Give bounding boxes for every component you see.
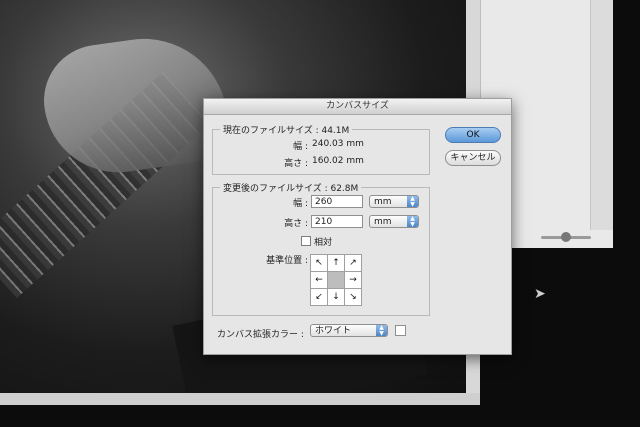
new-size-legend: 変更後のファイルサイズ : 62.8M: [220, 181, 362, 194]
anchor-left[interactable]: ←: [310, 271, 328, 289]
anchor-label: 基準位置 :: [266, 256, 308, 266]
height-input[interactable]: 210: [311, 215, 363, 228]
select-arrow-icon: ▲ ▼: [376, 325, 387, 337]
mouse-cursor-icon: ➤: [534, 286, 546, 302]
canvas-bottom-edge: [0, 393, 480, 405]
width-unit-select[interactable]: mm ▲ ▼: [369, 195, 419, 208]
anchor-grid[interactable]: ↖ ↑ ↗ ← → ↙ ↓ ↘: [310, 254, 362, 306]
anchor-top-left[interactable]: ↖: [310, 254, 328, 272]
cancel-button[interactable]: キャンセル: [445, 150, 501, 166]
extension-color-value: ホワイト: [315, 326, 352, 336]
current-height-label: 高さ :: [284, 159, 308, 169]
canvas-size-dialog: カンバスサイズ 現在のファイルサイズ : 44.1M 幅 : 240.03 mm…: [203, 98, 512, 355]
select-arrow-icon: ▲ ▼: [407, 196, 418, 208]
current-width-value: 240.03 mm: [312, 139, 364, 149]
current-size-legend: 現在のファイルサイズ : 44.1M: [220, 123, 353, 136]
anchor-bottom-right[interactable]: ↘: [344, 288, 362, 306]
extension-color-select[interactable]: ホワイト ▲ ▼: [310, 324, 388, 337]
width-unit-value: mm: [374, 197, 392, 207]
new-width-label: 幅 :: [293, 199, 308, 209]
panel-scrollbar[interactable]: [590, 0, 613, 230]
relative-checkbox[interactable]: [301, 236, 311, 246]
extension-color-swatch[interactable]: [395, 325, 406, 336]
anchor-bottom-left[interactable]: ↙: [310, 288, 328, 306]
zoom-slider-knob[interactable]: [561, 232, 571, 242]
width-input[interactable]: 260: [311, 195, 363, 208]
new-height-label: 高さ :: [284, 219, 308, 229]
current-height-value: 160.02 mm: [312, 156, 364, 166]
height-unit-select[interactable]: mm ▲ ▼: [369, 215, 419, 228]
select-arrow-icon: ▲ ▼: [407, 216, 418, 228]
anchor-center[interactable]: [327, 271, 345, 289]
relative-label: 相対: [314, 238, 333, 248]
ok-button[interactable]: OK: [445, 127, 501, 143]
dialog-title: カンバスサイズ: [204, 99, 511, 115]
anchor-right[interactable]: →: [344, 271, 362, 289]
current-width-label: 幅 :: [293, 142, 308, 152]
height-unit-value: mm: [374, 217, 392, 227]
anchor-bottom[interactable]: ↓: [327, 288, 345, 306]
anchor-top[interactable]: ↑: [327, 254, 345, 272]
anchor-top-right[interactable]: ↗: [344, 254, 362, 272]
extension-color-label: カンバス拡張カラー :: [217, 330, 304, 340]
